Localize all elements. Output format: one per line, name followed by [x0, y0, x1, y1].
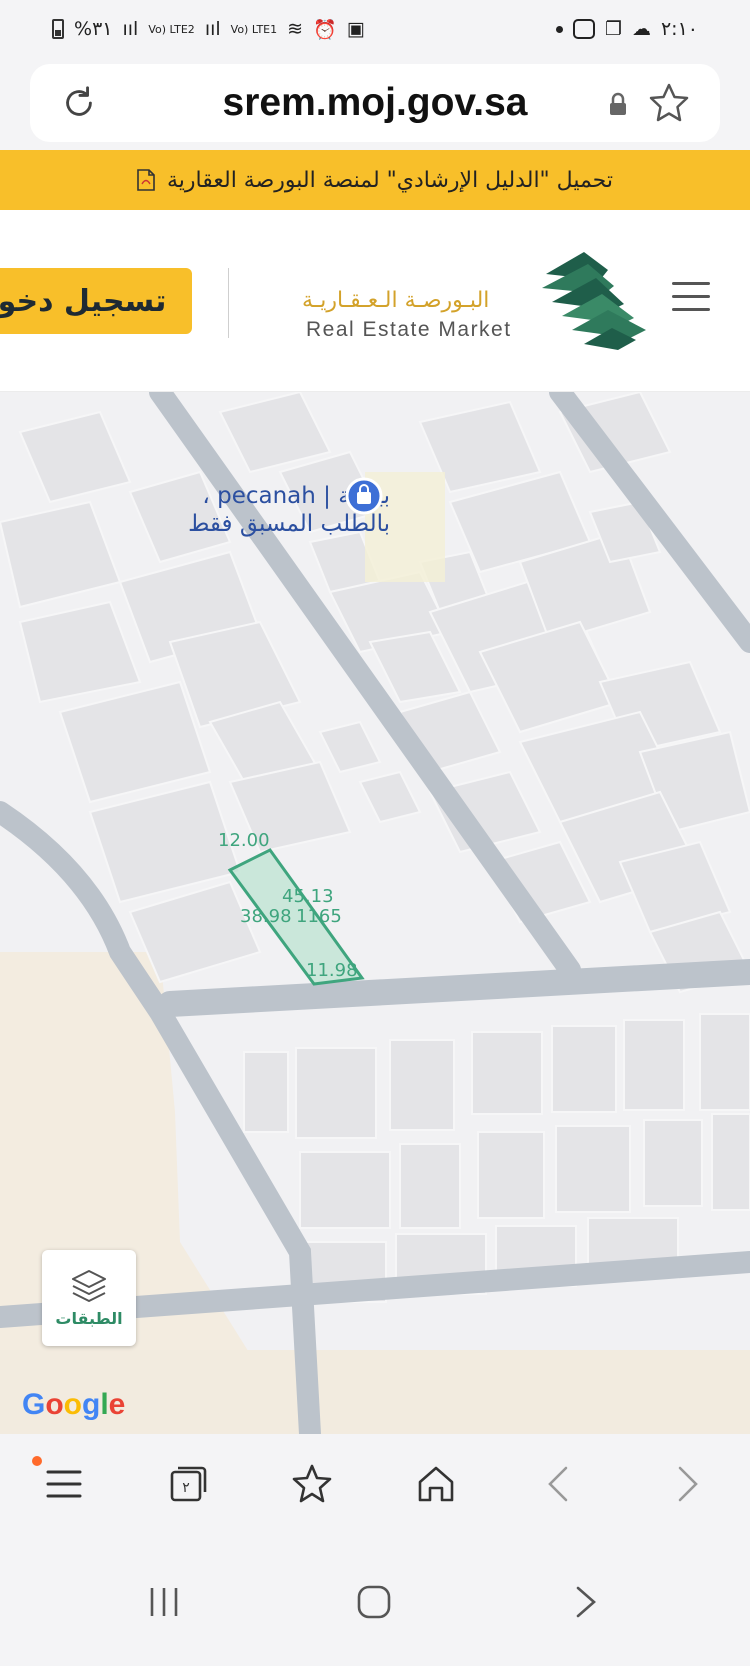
poi-note[interactable]: بالطلب المسبق فقط: [60, 510, 390, 538]
status-bar: %٣١ ııl Vo) LTE2 ııl Vo) LTE1 ≋ ⏰ ▣ ❐ ☁ …: [0, 0, 750, 58]
wifi-icon: ≋: [287, 18, 304, 40]
tabs-count: ٢: [182, 1480, 190, 1496]
header-divider: [228, 268, 229, 338]
banner-text[interactable]: تحميل "الدليل الإرشادي" لمنصة البورصة ال…: [167, 168, 613, 193]
real-estate-market-logo[interactable]: [538, 248, 650, 352]
parcel-top-length: 12.00: [218, 830, 270, 851]
app-icon: [572, 19, 595, 39]
signal-icon: ııl: [122, 18, 139, 40]
back-nav-icon[interactable]: [566, 1582, 606, 1622]
notification-dot: [32, 1456, 42, 1466]
brand-name-arabic: البـورصـة الـعـقـاريـة: [302, 288, 490, 313]
sim1-label: Vo) LTE1: [230, 22, 278, 36]
layers-icon: [72, 1269, 106, 1302]
clock: ٢:١٠: [660, 18, 698, 40]
sim2-label: Vo) LTE2: [148, 22, 195, 36]
battery-icon: [52, 19, 64, 39]
signal-icon-2: ııl: [204, 18, 221, 40]
battery-level: %٣١: [74, 18, 113, 40]
bookmark-star-icon[interactable]: [648, 82, 690, 124]
shopping-bag-pin-icon[interactable]: [344, 476, 384, 516]
hamburger-menu-icon[interactable]: [672, 282, 710, 312]
login-button[interactable]: تسجيل دخول: [0, 268, 192, 334]
home-nav-icon[interactable]: [354, 1582, 394, 1622]
parcel-bottom-length: 11.98: [306, 960, 358, 981]
notification-dot-icon: [555, 25, 563, 33]
map-view[interactable]: بيكانة | pecanah ، بالطلب المسبق فقط 12.…: [0, 392, 750, 1434]
pdf-icon: [137, 169, 155, 191]
tabs-icon[interactable]: ٢: [166, 1462, 210, 1506]
parcel-number[interactable]: 1165: [296, 906, 342, 927]
menu-icon[interactable]: [42, 1462, 86, 1506]
bookmarks-star-icon[interactable]: [290, 1462, 334, 1506]
poi-label[interactable]: بيكانة | pecanah ، بالطلب المسبق فقط: [60, 482, 390, 538]
browser-url-area: srem.moj.gov.sa: [0, 58, 750, 150]
parcel-side-length: 45.13: [282, 886, 334, 907]
weather-icon: ☁: [631, 18, 651, 40]
layers-button[interactable]: الطبقات: [42, 1250, 136, 1346]
alarm-icon: ⏰: [313, 18, 337, 41]
brand-name-english: Real Estate Market: [306, 318, 512, 341]
parcel-left-length: 38.98: [240, 906, 292, 927]
status-right: ❐ ☁ ٢:١٠: [555, 18, 698, 40]
site-header: تسجيل دخول البـورصـة الـعـقـاريـة Real E…: [0, 210, 750, 392]
home-icon[interactable]: [414, 1462, 458, 1506]
url-bar[interactable]: srem.moj.gov.sa: [30, 64, 720, 142]
recent-apps-icon[interactable]: [144, 1582, 184, 1622]
back-arrow-icon[interactable]: [538, 1462, 582, 1506]
system-navigation-bar: [0, 1544, 750, 1666]
copy-icon: ❐: [604, 18, 622, 40]
browser-toolbar: ٢: [0, 1434, 750, 1544]
poi-name[interactable]: بيكانة | pecanah ،: [60, 482, 390, 510]
forward-arrow-icon[interactable]: [664, 1462, 708, 1506]
google-attribution-logo: Google: [22, 1388, 126, 1421]
guide-download-banner[interactable]: تحميل "الدليل الإرشادي" لمنصة البورصة ال…: [0, 150, 750, 210]
app-notification-icon: ▣: [346, 18, 365, 40]
status-left: %٣١ ııl Vo) LTE2 ııl Vo) LTE1 ≋ ⏰ ▣: [52, 18, 365, 41]
layers-label[interactable]: الطبقات: [55, 1309, 122, 1328]
lock-icon: [610, 92, 626, 115]
